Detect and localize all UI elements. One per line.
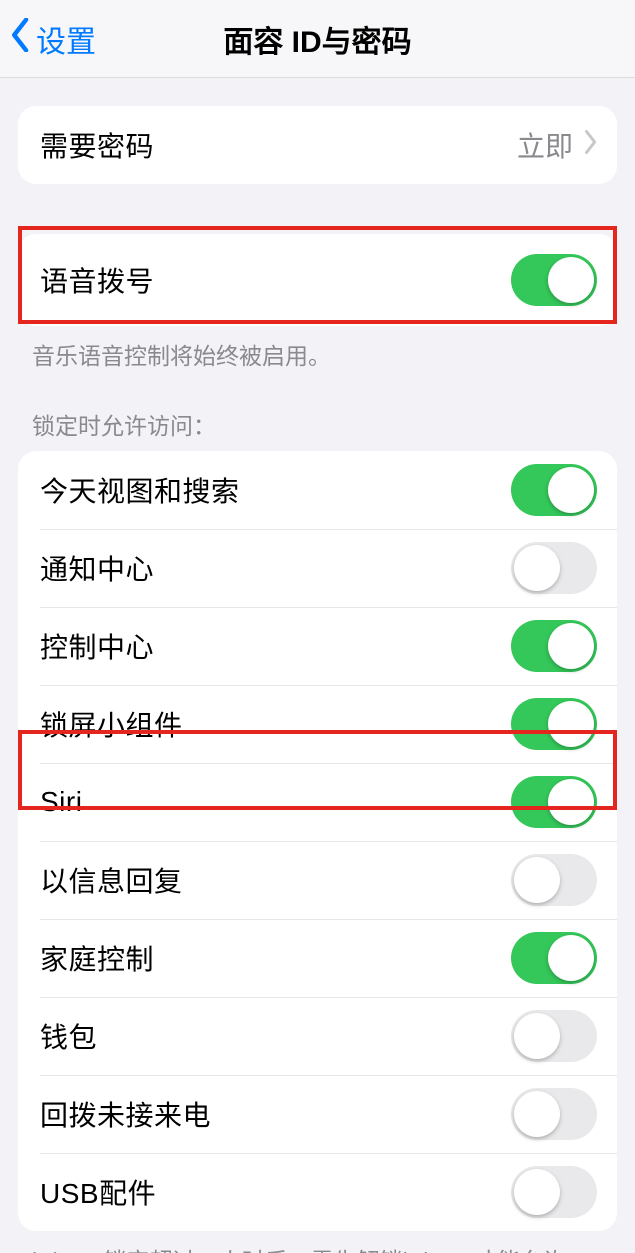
navbar: 设置 面容 ID与密码 — [0, 0, 635, 78]
chevron-right-icon — [583, 129, 597, 161]
require-passcode-value-wrap: 立即 — [517, 125, 597, 165]
locked-access-label: USB配件 — [40, 1172, 156, 1212]
locked-access-toggle[interactable] — [511, 854, 597, 906]
group-locked-access: 今天视图和搜索通知中心控制中心锁屏小组件 Siri 以信息回复家庭控制钱包回拨未接来… — [18, 451, 617, 1231]
row-locked-access: 控制中心 — [18, 607, 617, 685]
row-voice-dial: 语音拨号 — [18, 234, 617, 326]
locked-access-toggle[interactable] — [511, 698, 597, 750]
back-button[interactable]: 设置 — [0, 17, 96, 61]
locked-access-label: 通知中心 — [40, 548, 154, 588]
row-locked-access: USB配件 — [18, 1153, 617, 1231]
voice-dial-label: 语音拨号 — [40, 260, 154, 300]
locked-access-label: Siri — [40, 786, 82, 818]
row-require-passcode[interactable]: 需要密码 立即 — [18, 106, 617, 184]
locked-access-label: 以信息回复 — [40, 860, 183, 900]
locked-access-toggle[interactable] — [511, 1166, 597, 1218]
row-locked-access: 家庭控制 — [18, 919, 617, 997]
locked-access-toggle[interactable] — [511, 1088, 597, 1140]
locked-access-toggle[interactable] — [511, 620, 597, 672]
row-locked-access: 锁屏小组件 — [18, 685, 617, 763]
row-locked-access: 回拨未接来电 — [18, 1075, 617, 1153]
chevron-left-icon — [10, 18, 32, 60]
locked-access-label: 回拨未接来电 — [40, 1094, 211, 1134]
locked-access-label: 钱包 — [40, 1016, 97, 1056]
voice-dial-toggle[interactable] — [511, 254, 597, 306]
group-require-passcode: 需要密码 立即 — [18, 106, 617, 184]
group-voice-dial: 语音拨号 — [18, 234, 617, 326]
locked-access-footer: iPhone锁定超过一小时后，需先解锁iPhone才能允许USB配件连接。 — [0, 1231, 635, 1253]
locked-access-toggle[interactable] — [511, 464, 597, 516]
voice-dial-footer: 音乐语音控制将始终被启用。 — [0, 326, 635, 373]
content: 需要密码 立即 语音拨号 音乐语音控制将始终被启用。 锁定时允许访问： 今天视图… — [0, 106, 635, 1253]
locked-access-toggle[interactable] — [511, 1010, 597, 1062]
locked-access-label: 控制中心 — [40, 626, 154, 666]
locked-access-toggle[interactable] — [511, 542, 597, 594]
locked-access-label: 家庭控制 — [40, 938, 154, 978]
locked-access-label: 锁屏小组件 — [40, 704, 183, 744]
row-locked-access: 今天视图和搜索 — [18, 451, 617, 529]
back-label: 设置 — [36, 17, 96, 61]
row-locked-access: Siri — [18, 763, 617, 841]
row-locked-access: 钱包 — [18, 997, 617, 1075]
locked-access-toggle[interactable] — [511, 932, 597, 984]
locked-access-label: 今天视图和搜索 — [40, 470, 240, 510]
require-passcode-label: 需要密码 — [40, 125, 154, 165]
row-locked-access: 以信息回复 — [18, 841, 617, 919]
require-passcode-value: 立即 — [517, 125, 573, 165]
locked-access-toggle[interactable] — [511, 776, 597, 828]
row-locked-access: 通知中心 — [18, 529, 617, 607]
locked-access-header: 锁定时允许访问： — [0, 373, 635, 451]
